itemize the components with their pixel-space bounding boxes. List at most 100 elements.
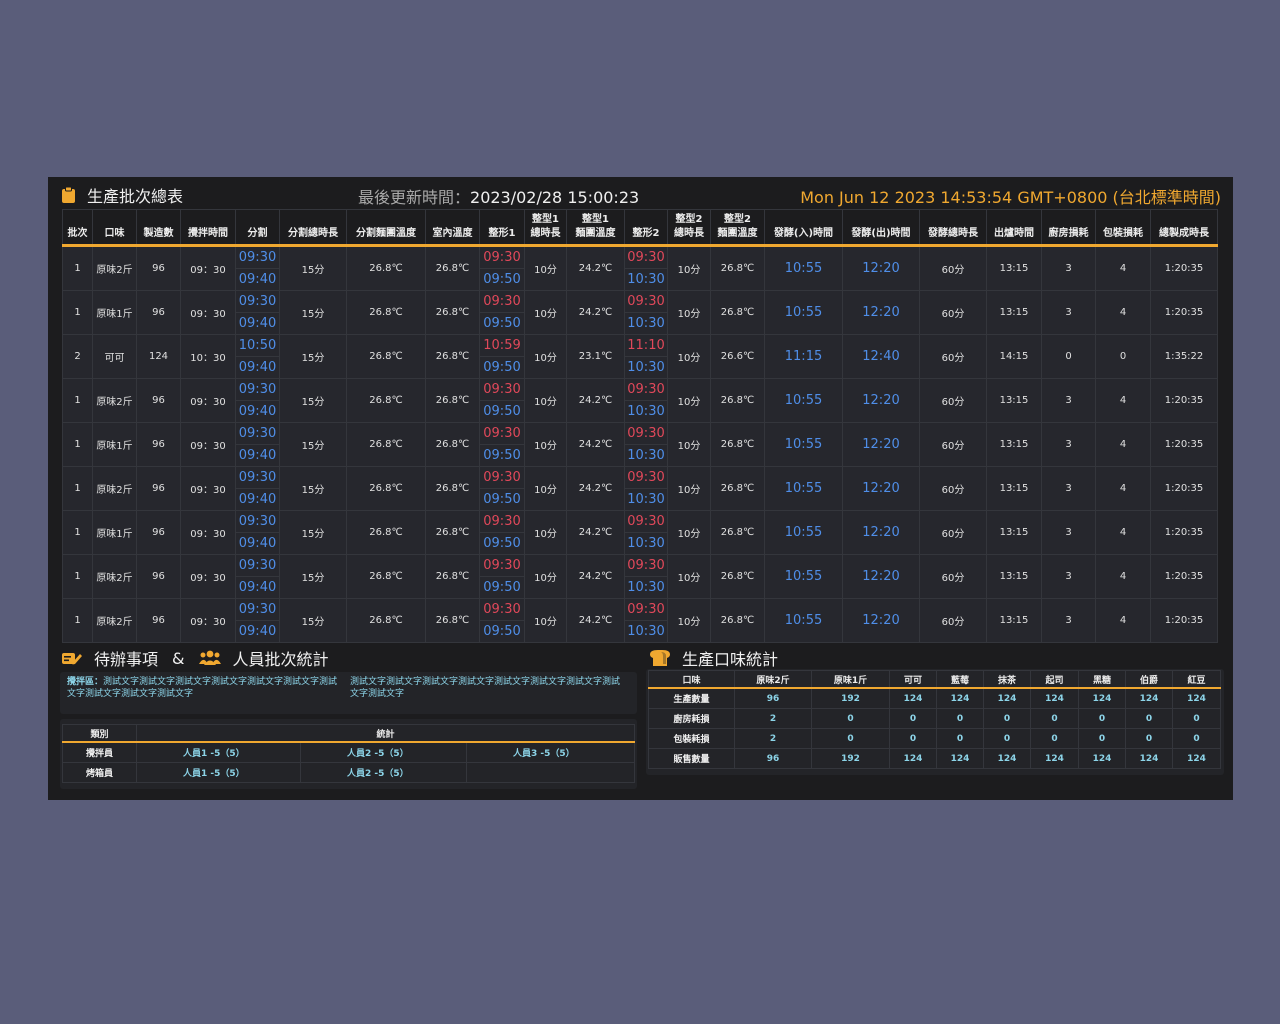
staff-table: 類別 統計 攪拌員 人員1 -5（5） 人員2 -5（5） 人員3 -5（5） 烤箱員 人員… bbox=[62, 724, 636, 783]
flavor-header: 抹茶 bbox=[983, 670, 1031, 689]
column-header: 製造數 bbox=[136, 209, 181, 247]
cell-s2-dur: 10分 bbox=[667, 422, 711, 467]
flavor-cell: 0 bbox=[1125, 728, 1173, 749]
cell-oven: 13:15 bbox=[986, 378, 1042, 423]
cell-s1b: 09:50 bbox=[479, 268, 525, 291]
cell-room: 26.8℃ bbox=[425, 378, 480, 423]
cell-batch: 1 bbox=[62, 554, 93, 599]
cell-batch: 1 bbox=[62, 245, 93, 291]
cell-div-dur: 15分 bbox=[279, 334, 347, 379]
cell-room: 26.8℃ bbox=[425, 245, 480, 291]
flavor-cell: 0 bbox=[811, 728, 890, 749]
cell-div1: 09:30 bbox=[235, 554, 280, 577]
cell-s1-dur: 10分 bbox=[524, 378, 567, 423]
cell-div-temp: 26.8℃ bbox=[346, 290, 426, 335]
staff-row: 攪拌員 人員1 -5（5） 人員2 -5（5） 人員3 -5（5） bbox=[62, 741, 636, 763]
cell-s2a: 09:30 bbox=[624, 290, 668, 313]
last-update-value: 2023/02/28 15:00:23 bbox=[470, 188, 640, 207]
cell-total: 1:20:35 bbox=[1150, 378, 1218, 423]
column-header: 整型2 總時長 bbox=[667, 209, 711, 247]
cell-kloss: 0 bbox=[1041, 334, 1096, 379]
cell-s1a: 09:30 bbox=[479, 290, 525, 313]
cell-div-temp: 26.8℃ bbox=[346, 334, 426, 379]
flavor-row-label: 販售數量 bbox=[648, 748, 735, 769]
flavor-cell: 0 bbox=[1078, 708, 1126, 729]
cell-fin: 11:15 bbox=[764, 334, 843, 379]
cell-batch: 1 bbox=[62, 378, 93, 423]
cell-kloss: 3 bbox=[1041, 245, 1096, 291]
cell-fin: 10:55 bbox=[764, 378, 843, 423]
staff-cell: 人員3 -5（5） bbox=[465, 741, 636, 763]
cell-s2-dur: 10分 bbox=[667, 554, 711, 599]
cell-kloss: 3 bbox=[1041, 554, 1096, 599]
cell-s1b: 09:50 bbox=[479, 620, 525, 643]
cell-room: 26.8℃ bbox=[425, 598, 480, 643]
cell-f-dur: 60分 bbox=[919, 466, 987, 511]
staff-cell: 人員2 -5（5） bbox=[300, 762, 467, 783]
flavor-cell: 124 bbox=[1172, 748, 1221, 769]
cell-s2-dur: 10分 bbox=[667, 290, 711, 335]
cell-oven: 13:15 bbox=[986, 290, 1042, 335]
cell-s2-dur: 10分 bbox=[667, 334, 711, 379]
table-row: 1 原味2斤 96 09：30 09:30 15分 26.8℃ 26.8℃ 09:30 10分 24… bbox=[62, 378, 1218, 423]
cell-div-temp: 26.8℃ bbox=[346, 466, 426, 511]
cell-fin: 10:55 bbox=[764, 245, 843, 291]
cell-room: 26.8℃ bbox=[425, 510, 480, 555]
cell-s2b: 10:30 bbox=[624, 444, 668, 467]
table-row: 1 原味2斤 96 09：30 09:30 15分 26.8℃ 26.8℃ 09:30 10分 24… bbox=[62, 598, 1218, 643]
cell-mix: 10：30 bbox=[180, 334, 236, 379]
cell-fin: 10:55 bbox=[764, 422, 843, 467]
cell-div1: 09:30 bbox=[235, 466, 280, 489]
cell-div-temp: 26.8℃ bbox=[346, 422, 426, 467]
flavor-row-label: 廚房耗損 bbox=[648, 708, 735, 729]
flavor-cell: 0 bbox=[1030, 728, 1079, 749]
staff-header-stats: 統計 bbox=[135, 724, 636, 743]
table-row: 2 可可 124 10：30 10:50 15分 26.8℃ 26.8℃ 10:59 10分 23.… bbox=[62, 334, 1218, 379]
flavor-cell: 124 bbox=[936, 748, 984, 769]
flavor-section-title: 生產口味統計 bbox=[650, 646, 778, 670]
cell-div2: 09:40 bbox=[235, 488, 280, 511]
cell-s2-dur: 10分 bbox=[667, 466, 711, 511]
cell-div2: 09:40 bbox=[235, 356, 280, 379]
column-header: 整型2 麵團溫度 bbox=[710, 209, 765, 247]
cell-div2: 09:40 bbox=[235, 620, 280, 643]
cell-div1: 09:30 bbox=[235, 378, 280, 401]
edit-note-icon bbox=[62, 653, 82, 665]
cell-mix: 09：30 bbox=[180, 598, 236, 643]
cell-flavor: 可可 bbox=[92, 334, 137, 379]
flavor-cell: 0 bbox=[889, 728, 937, 749]
cell-mix: 09：30 bbox=[180, 554, 236, 599]
cell-room: 26.8℃ bbox=[425, 334, 480, 379]
cell-total: 1:20:35 bbox=[1150, 290, 1218, 335]
flavor-cell: 0 bbox=[1030, 708, 1079, 729]
cell-qty: 96 bbox=[136, 422, 181, 467]
flavor-header: 藍莓 bbox=[936, 670, 984, 689]
cell-s1-temp: 24.2℃ bbox=[566, 378, 625, 423]
cell-s2a: 09:30 bbox=[624, 245, 668, 269]
cell-s2b: 10:30 bbox=[624, 356, 668, 379]
column-header: 室內溫度 bbox=[425, 209, 480, 247]
cell-s2-dur: 10分 bbox=[667, 378, 711, 423]
cell-oven: 13:15 bbox=[986, 422, 1042, 467]
cell-fout: 12:20 bbox=[842, 290, 920, 335]
cell-s2-temp: 26.8℃ bbox=[710, 510, 765, 555]
cell-room: 26.8℃ bbox=[425, 466, 480, 511]
clock: Mon Jun 12 2023 14:53:54 GMT+0800 (台北標準時… bbox=[800, 188, 1221, 207]
cell-s2b: 10:30 bbox=[624, 532, 668, 555]
cell-ploss: 4 bbox=[1095, 466, 1151, 511]
flavor-table: 口味 原味2斤 原味1斤 可可 藍莓 抹茶 起司 黑糖 伯爵 紅豆 生產數量 96 192 124 124… bbox=[648, 670, 1221, 769]
cell-s1a: 09:30 bbox=[479, 422, 525, 445]
cell-kloss: 3 bbox=[1041, 290, 1096, 335]
cell-s1-dur: 10分 bbox=[524, 245, 567, 291]
cell-flavor: 原味2斤 bbox=[92, 598, 137, 643]
cell-flavor: 原味1斤 bbox=[92, 422, 137, 467]
cell-s1b: 09:50 bbox=[479, 576, 525, 599]
cell-oven: 13:15 bbox=[986, 598, 1042, 643]
flavor-cell: 0 bbox=[1078, 728, 1126, 749]
flavor-header: 伯爵 bbox=[1125, 670, 1173, 689]
cell-kloss: 3 bbox=[1041, 510, 1096, 555]
flavor-row: 廚房耗損 2 0 0 0 0 0 0 0 0 bbox=[648, 708, 1221, 729]
cell-mix: 09：30 bbox=[180, 422, 236, 467]
flavor-cell: 96 bbox=[734, 748, 812, 769]
cell-room: 26.8℃ bbox=[425, 290, 480, 335]
